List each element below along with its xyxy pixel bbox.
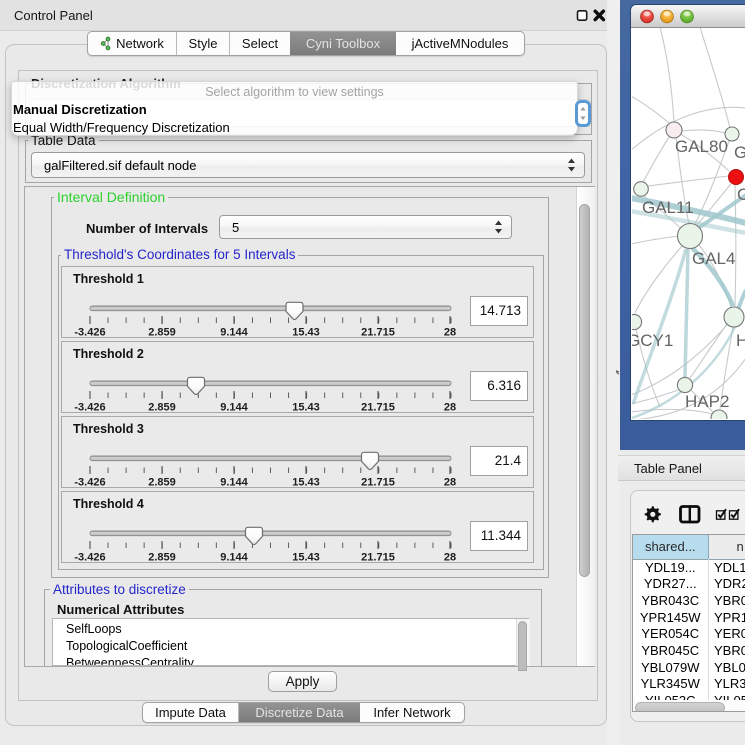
svg-text:15.43: 15.43 [292,327,320,339]
svg-text:2.859: 2.859 [148,327,176,339]
svg-text:28: 28 [444,477,456,489]
svg-text:-3.426: -3.426 [74,327,105,339]
svg-text:GAL11: GAL11 [642,198,694,217]
svg-text:15.43: 15.43 [292,477,320,489]
svg-text:2.859: 2.859 [148,477,176,489]
svg-text:2.859: 2.859 [148,552,176,564]
svg-text:GCY1: GCY1 [632,331,673,350]
svg-text:GAL80: GAL80 [675,137,728,156]
svg-text:9.144: 9.144 [220,327,248,339]
svg-text:9.144: 9.144 [220,402,248,414]
svg-text:9.144: 9.144 [220,477,248,489]
svg-text:2.859: 2.859 [148,402,176,414]
svg-text:C: C [737,185,745,204]
svg-text:21.715: 21.715 [361,477,395,489]
svg-text:H: H [736,331,745,350]
svg-text:15.43: 15.43 [292,402,320,414]
svg-text:-3.426: -3.426 [74,402,105,414]
svg-text:21.715: 21.715 [361,327,395,339]
svg-text:-3.426: -3.426 [74,477,105,489]
svg-text:9.144: 9.144 [220,552,248,564]
svg-text:21.715: 21.715 [361,552,395,564]
svg-text:28: 28 [444,552,456,564]
svg-text:GAL4: GAL4 [692,249,735,268]
svg-text:28: 28 [444,402,456,414]
svg-text:15.43: 15.43 [292,552,320,564]
svg-text:21.715: 21.715 [361,402,395,414]
svg-text:-3.426: -3.426 [74,552,105,564]
svg-text:G.: G. [734,143,745,162]
svg-text:28: 28 [444,327,456,339]
svg-text:HAP2: HAP2 [685,392,729,411]
